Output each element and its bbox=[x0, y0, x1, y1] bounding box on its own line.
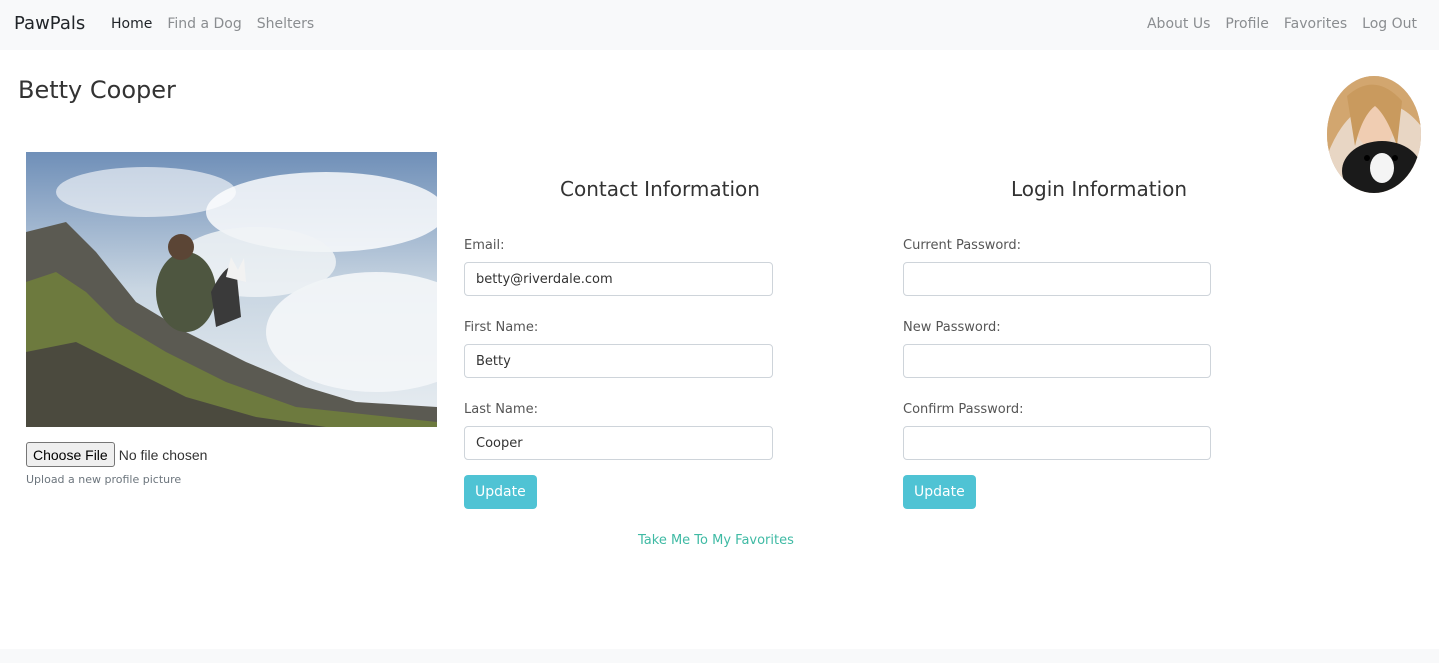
brand-logo[interactable]: PawPals bbox=[14, 13, 85, 34]
email-label: Email: bbox=[464, 238, 505, 253]
last-name-label: Last Name: bbox=[464, 402, 538, 417]
footer bbox=[0, 649, 1439, 663]
last-name-field[interactable] bbox=[464, 426, 773, 460]
nav-link-favorites[interactable]: Favorites bbox=[1284, 16, 1347, 32]
first-name-field[interactable] bbox=[464, 344, 773, 378]
file-status: No file chosen bbox=[118, 446, 208, 463]
avatar-photo bbox=[1327, 76, 1421, 193]
current-password-label: Current Password: bbox=[903, 238, 1022, 253]
nav-left: Home Find a Dog Shelters bbox=[111, 16, 329, 32]
nav-right: About Us Profile Favorites Log Out bbox=[1147, 16, 1417, 32]
first-name-label: First Name: bbox=[464, 320, 539, 335]
page-title: Betty Cooper bbox=[18, 76, 176, 104]
nav-link-log-out[interactable]: Log Out bbox=[1362, 16, 1417, 32]
navbar: PawPals Home Find a Dog Shelters About U… bbox=[0, 0, 1439, 50]
nav-link-home[interactable]: Home bbox=[111, 16, 152, 32]
mountain-dog-photo bbox=[26, 152, 437, 427]
contact-section-title: Contact Information bbox=[560, 177, 760, 201]
email-field[interactable] bbox=[464, 262, 773, 296]
nav-link-profile[interactable]: Profile bbox=[1225, 16, 1269, 32]
new-password-field[interactable] bbox=[903, 344, 1211, 378]
login-section-title: Login Information bbox=[1011, 177, 1188, 201]
file-upload: Choose File No file chosen bbox=[26, 442, 207, 467]
upload-help-text: Upload a new profile picture bbox=[26, 473, 182, 486]
new-password-label: New Password: bbox=[903, 320, 1001, 335]
choose-file-button[interactable]: Choose File bbox=[26, 442, 115, 467]
nav-link-about-us[interactable]: About Us bbox=[1147, 16, 1210, 32]
nav-link-find-a-dog[interactable]: Find a Dog bbox=[167, 16, 241, 32]
update-contact-button[interactable]: Update bbox=[464, 475, 537, 509]
profile-photo bbox=[26, 152, 437, 427]
nav-link-shelters[interactable]: Shelters bbox=[257, 16, 314, 32]
confirm-password-field[interactable] bbox=[903, 426, 1211, 460]
favorites-link[interactable]: Take Me To My Favorites bbox=[638, 533, 794, 548]
confirm-password-label: Confirm Password: bbox=[903, 402, 1024, 417]
avatar bbox=[1327, 76, 1421, 193]
current-password-field[interactable] bbox=[903, 262, 1211, 296]
update-login-button[interactable]: Update bbox=[903, 475, 976, 509]
